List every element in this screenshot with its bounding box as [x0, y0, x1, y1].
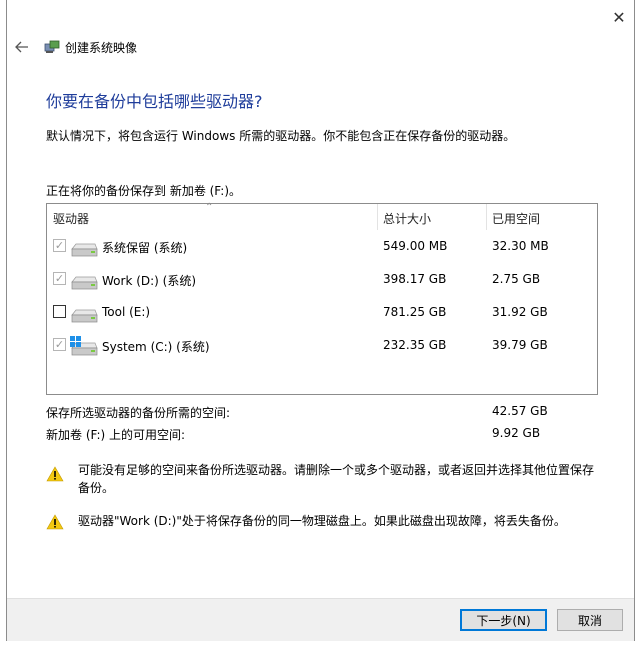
- cancel-button[interactable]: 取消: [557, 609, 623, 631]
- close-icon[interactable]: ✕: [606, 6, 632, 28]
- drive-used-space: 39.79 GB: [492, 338, 548, 352]
- drive-used-space: 2.75 GB: [492, 272, 541, 286]
- drive-used-space: 32.30 MB: [492, 239, 549, 253]
- column-separator[interactable]: [486, 204, 487, 230]
- drive-name: Work (D:) (系统): [102, 274, 197, 288]
- free-space-label: 新加卷 (F:) 上的可用空间:: [46, 428, 186, 442]
- drive-checkbox: ✓: [53, 239, 66, 252]
- column-separator[interactable]: [377, 204, 378, 230]
- drive-used-space: 31.92 GB: [492, 305, 548, 319]
- back-arrow-icon[interactable]: [13, 38, 31, 56]
- drive-checkbox[interactable]: [53, 305, 66, 318]
- hard-drive-icon: [69, 236, 99, 260]
- column-header-drive[interactable]: 驱动器: [53, 210, 89, 227]
- column-header-total[interactable]: 总计大小: [383, 210, 431, 227]
- hard-drive-icon: [69, 302, 99, 326]
- drive-checkbox: ✓: [53, 338, 66, 351]
- drive-row[interactable]: ✓ 系统保留 (系统) 549.00 MB 32.30 MB: [47, 230, 597, 263]
- required-space-label: 保存所选驱动器的备份所需的空间:: [46, 406, 231, 420]
- hard-drive-icon: [69, 269, 99, 293]
- drive-row[interactable]: ✓ System (C:) (系统) 232.35 GB 39.79 GB: [47, 329, 597, 362]
- drive-name: 系统保留 (系统): [102, 241, 188, 255]
- warning-icon: [46, 514, 64, 530]
- sort-ascending-icon: ⌃: [205, 202, 214, 213]
- free-space-value: 9.92 GB: [492, 426, 541, 440]
- drive-list[interactable]: 驱动器 ⌃ 总计大小 已用空间 ✓ 系统保留 (系统) 549.00 MB 32…: [46, 202, 598, 395]
- drive-total-size: 232.35 GB: [383, 338, 447, 352]
- drive-total-size: 549.00 MB: [383, 239, 448, 253]
- warning-icon: [46, 466, 64, 482]
- windows-drive-icon: [69, 335, 99, 359]
- drive-name: System (C:) (系统): [102, 340, 210, 354]
- next-button[interactable]: 下一步(N): [460, 609, 547, 631]
- window-title: 创建系统映像: [65, 41, 138, 55]
- warning-text: 驱动器"Work (D:)"处于将保存备份的同一物理磁盘上。如果此磁盘出现故障，…: [78, 514, 566, 528]
- required-space-value: 42.57 GB: [492, 404, 548, 418]
- description-text: 默认情况下，将包含运行 Windows 所需的驱动器。你不能包含正在保存备份的驱…: [46, 129, 516, 143]
- saving-location-text: 正在将你的备份保存到 新加卷 (F:)。: [46, 184, 242, 198]
- drive-name: Tool (E:): [102, 305, 151, 319]
- column-header-used[interactable]: 已用空间: [492, 210, 540, 227]
- drive-row[interactable]: Tool (E:) 781.25 GB 31.92 GB: [47, 296, 597, 329]
- warning-text: 可能没有足够的空间来备份所选驱动器。请删除一个或多个驱动器，或者返回并选择其他位…: [78, 463, 595, 495]
- list-header: 驱动器 ⌃ 总计大小 已用空间: [47, 202, 597, 230]
- drive-checkbox: ✓: [53, 272, 66, 285]
- page-heading: 你要在备份中包括哪些驱动器?: [46, 92, 263, 111]
- drive-row[interactable]: ✓ Work (D:) (系统) 398.17 GB 2.75 GB: [47, 263, 597, 296]
- backup-app-icon: [44, 39, 60, 55]
- drive-total-size: 398.17 GB: [383, 272, 447, 286]
- drive-total-size: 781.25 GB: [383, 305, 447, 319]
